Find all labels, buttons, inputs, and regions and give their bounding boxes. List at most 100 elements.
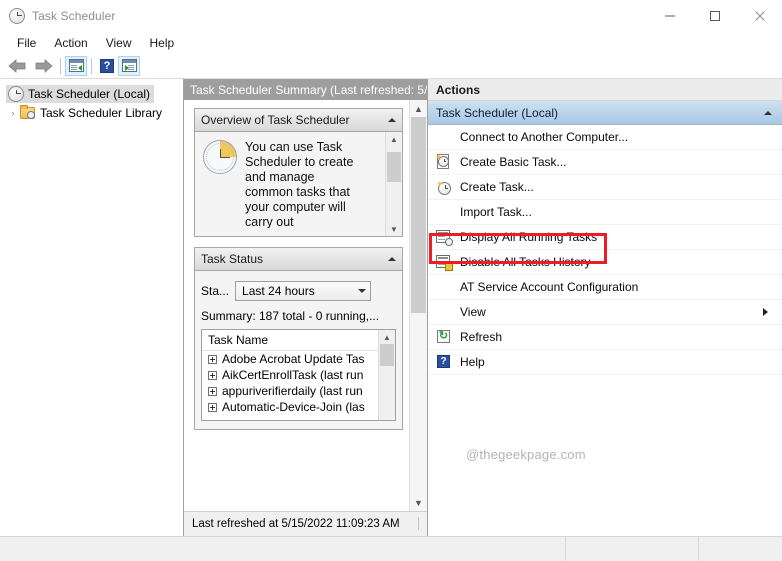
running-tasks-icon [436,229,453,246]
task-list-scroll-track[interactable] [379,344,395,420]
main-body: Task Scheduler (Local) › Task Scheduler … [0,79,782,536]
action-label: Import Task... [460,205,532,219]
task-list-scroll-thumb[interactable] [380,344,394,366]
task-list-scrollbar[interactable]: ▲ [378,330,395,420]
status-bar-segment-1 [0,537,565,561]
task-status-group: Task Status Sta... Last 24 hours Summary… [194,247,403,430]
task-row-label: appuriverifierdaily (last run [222,384,363,398]
clock-icon [8,85,24,102]
overview-body: You can use Task Scheduler to create and… [195,132,402,236]
chevron-down-icon[interactable] [358,289,367,293]
summary-scroll-area: Overview of Task Scheduler You can use T… [184,100,427,511]
status-filter-value: Last 24 hours [242,284,315,298]
overview-text: You can use Task Scheduler to create and… [245,140,354,228]
overview-title: Overview of Task Scheduler [201,113,350,127]
summary-scroll-thumb[interactable] [411,117,426,313]
action-label: Help [460,355,485,369]
action-import-task[interactable]: Import Task... [428,200,782,225]
expand-icon[interactable] [208,386,217,396]
chevron-up-icon[interactable] [764,110,772,115]
action-view[interactable]: View [428,300,782,325]
table-row[interactable]: appuriverifierdaily (last run [202,383,378,399]
task-name-list[interactable]: Task Name Adobe Acrobat Update Tas AikCe… [201,329,396,421]
overview-scrollbar[interactable]: ▲ ▼ [385,132,402,236]
action-help[interactable]: ? Help [428,350,782,375]
scroll-up-icon[interactable]: ▲ [386,132,402,146]
refresh-icon: ↻ [437,330,450,343]
summary-scroll-track[interactable] [410,117,427,494]
summary-pane-header: Task Scheduler Summary (Last refreshed: … [184,79,427,100]
overview-group-header[interactable]: Overview of Task Scheduler [195,109,402,132]
chevron-up-icon[interactable] [388,257,396,261]
no-icon [436,204,452,220]
no-icon [436,279,452,295]
action-refresh[interactable]: ↻ Refresh [428,325,782,350]
chevron-right-icon[interactable]: › [6,108,20,118]
overview-scroll-track[interactable] [386,146,402,222]
menu-action[interactable]: Action [45,34,96,52]
menu-bar: File Action View Help [0,32,782,53]
status-filter-select[interactable]: Last 24 hours [235,281,372,301]
back-arrow-icon[interactable] [4,55,30,77]
actions-header: Actions [428,79,782,101]
actions-pane: Actions Task Scheduler (Local) Connect t… [428,79,782,536]
toolbar-separator [60,57,61,74]
toolbar-separator-2 [91,57,92,74]
folder-clock-icon [20,104,36,121]
action-display-all-running-tasks[interactable]: Display All Running Tasks [428,225,782,250]
scroll-up-icon[interactable]: ▲ [379,330,395,344]
action-create-task[interactable]: ✦ Create Task... [428,175,782,200]
action-label: AT Service Account Configuration [460,280,639,294]
action-label: Connect to Another Computer... [460,130,629,144]
table-row[interactable]: AikCertEnrollTask (last run [202,367,378,383]
sidebar-item-task-scheduler-local[interactable]: Task Scheduler (Local) [0,84,183,103]
chevron-up-icon[interactable] [388,118,396,122]
title-bar: Task Scheduler [0,0,782,32]
menu-help[interactable]: Help [141,34,184,52]
action-label: Create Task... [460,180,534,194]
action-label: Disable All Tasks History [460,255,591,269]
create-task-icon: ✦ [436,179,452,195]
summary-pane-scrollbar[interactable]: ▲ ▼ [409,100,427,511]
window-title: Task Scheduler [32,8,116,23]
menu-view[interactable]: View [97,34,141,52]
action-label: Refresh [460,330,503,344]
action-label: Display All Running Tasks [460,230,598,244]
table-row[interactable]: Adobe Acrobat Update Tas [202,351,378,367]
task-status-group-header[interactable]: Task Status [195,248,402,271]
actions-list: Connect to Another Computer... ✦ Create … [428,125,782,375]
task-name-column: Task Name Adobe Acrobat Update Tas AikCe… [202,330,378,420]
scroll-down-icon[interactable]: ▼ [386,222,402,236]
status-filter-row: Sta... Last 24 hours [201,281,396,301]
sidebar-item-task-scheduler-library[interactable]: › Task Scheduler Library [0,103,183,122]
maximize-button[interactable] [692,0,737,31]
action-connect-to-another-computer[interactable]: Connect to Another Computer... [428,125,782,150]
window-clock-icon [9,7,25,24]
action-at-service-account-configuration[interactable]: AT Service Account Configuration [428,275,782,300]
console-tree-icon[interactable] [65,55,87,76]
close-button[interactable] [737,0,782,31]
task-row-label: Adobe Acrobat Update Tas [222,352,365,366]
window-controls [647,0,782,31]
scroll-down-icon[interactable]: ▼ [410,494,427,511]
scroll-up-icon[interactable]: ▲ [410,100,427,117]
expand-icon[interactable] [208,402,217,412]
table-column-header-task-name[interactable]: Task Name [202,330,378,351]
help-icon[interactable]: ? [96,56,118,76]
action-pane-icon[interactable] [118,55,140,76]
summary-pane: Task Scheduler Summary (Last refreshed: … [184,79,428,536]
forward-arrow-icon[interactable] [30,55,56,77]
expand-icon[interactable] [208,370,217,380]
action-disable-all-tasks-history[interactable]: Disable All Tasks History [428,250,782,275]
actions-group-header[interactable]: Task Scheduler (Local) [428,101,782,125]
menu-file[interactable]: File [8,34,45,52]
table-row[interactable]: Automatic-Device-Join (las [202,399,378,415]
minimize-button[interactable] [647,0,692,31]
expand-icon[interactable] [208,354,217,364]
action-label: View [460,305,486,319]
status-filter-label: Sta... [201,284,230,298]
action-create-basic-task[interactable]: ✦ Create Basic Task... [428,150,782,175]
task-status-title: Task Status [201,252,264,266]
overview-scroll-thumb[interactable] [387,152,401,182]
action-label: Create Basic Task... [460,155,567,169]
